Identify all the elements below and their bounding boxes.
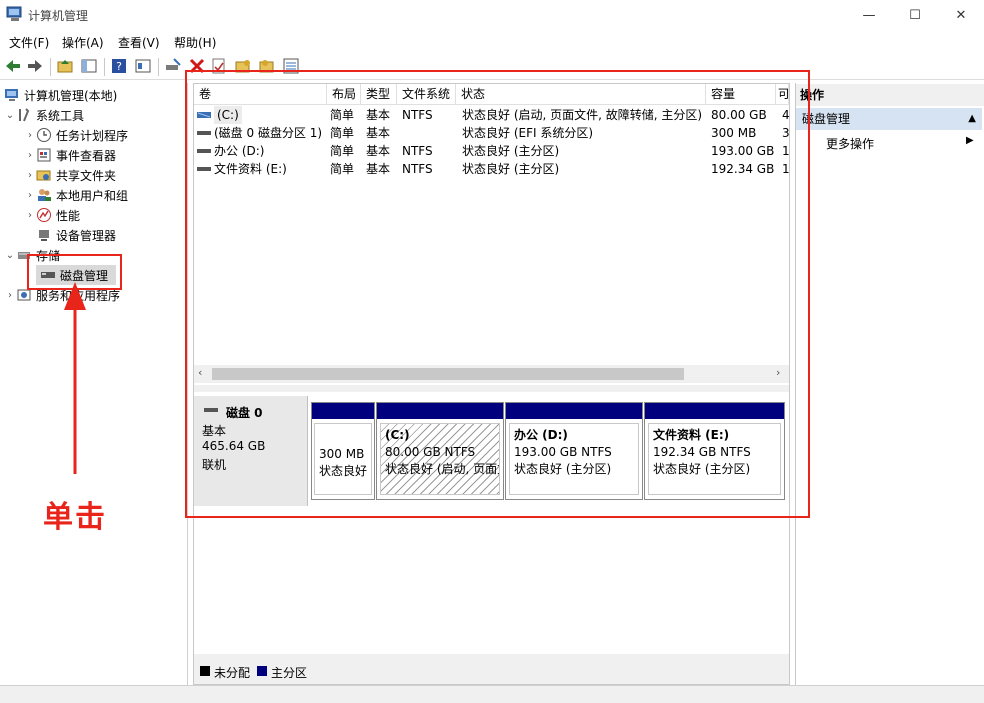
computer-management-icon	[6, 6, 22, 21]
svg-text:?: ?	[116, 60, 122, 73]
tree-item-task-scheduler[interactable]: › 任务计划程序	[24, 125, 128, 145]
tree-root-label: 计算机管理(本地)	[24, 88, 118, 103]
actions-header: 操作	[796, 84, 984, 106]
chevron-right-icon[interactable]: ›	[24, 210, 36, 221]
tree-item-system-tools[interactable]: ⌄ 系统工具	[4, 105, 84, 125]
menu-help[interactable]: 帮助(H)	[174, 34, 216, 51]
menu-bar: 文件(F) 操作(A) 查看(V) 帮助(H)	[0, 31, 984, 53]
window-title: 计算机管理	[28, 9, 89, 23]
properties-icon[interactable]	[134, 57, 152, 75]
chevron-right-icon[interactable]: ›	[24, 150, 36, 161]
legend-primary-swatch	[257, 666, 267, 676]
menu-file[interactable]: 文件(F)	[9, 34, 49, 51]
performance-icon	[37, 208, 51, 222]
submenu-arrow-icon[interactable]: ▶	[966, 135, 974, 146]
collapse-up-icon[interactable]: ▲	[968, 108, 976, 130]
tree-item-local-users[interactable]: › 本地用户和组	[24, 185, 128, 205]
more-actions[interactable]: 更多操作	[826, 135, 874, 152]
chevron-down-icon[interactable]: ⌄	[4, 110, 16, 121]
show-hide-tree-icon[interactable]	[80, 57, 98, 75]
actions-pane	[795, 83, 984, 685]
actions-section-disk-management[interactable]: 磁盘管理 ▲	[796, 108, 982, 130]
connect-drive-icon[interactable]	[164, 57, 182, 75]
menu-view[interactable]: 查看(V)	[118, 34, 160, 51]
tree-item-device-manager[interactable]: 设备管理器	[36, 225, 116, 245]
up-folder-icon[interactable]	[56, 57, 74, 75]
maximize-button[interactable]: ☐	[892, 0, 938, 30]
shared-folder-icon	[36, 170, 51, 181]
device-manager-icon	[39, 230, 49, 241]
annotation-click-text: 单击	[43, 500, 107, 535]
annotation-arrow-icon	[64, 282, 86, 474]
close-button[interactable]: ✕	[938, 0, 984, 30]
users-icon	[38, 189, 51, 201]
menu-action[interactable]: 操作(A)	[62, 34, 104, 51]
legend-unallocated: 未分配	[214, 666, 251, 680]
event-log-icon	[37, 148, 51, 162]
tree-item-performance[interactable]: › 性能	[24, 205, 80, 225]
tree-item-event-viewer[interactable]: › 事件查看器	[24, 145, 116, 165]
tree-root[interactable]: 计算机管理(本地)	[4, 85, 117, 105]
title-bar: 计算机管理 — ☐ ✕	[0, 0, 984, 30]
legend: 未分配 主分区	[194, 660, 789, 684]
legend-unallocated-swatch	[200, 666, 210, 676]
computer-icon	[5, 89, 18, 101]
minimize-button[interactable]: —	[846, 0, 892, 30]
tools-icon	[19, 108, 30, 122]
chevron-right-icon[interactable]: ›	[4, 290, 16, 301]
chevron-right-icon[interactable]: ›	[24, 130, 36, 141]
highlight-box-main	[185, 70, 810, 518]
forward-arrow-icon[interactable]	[26, 57, 44, 75]
status-bar	[0, 685, 984, 703]
chevron-down-icon[interactable]: ⌄	[4, 250, 16, 261]
tree-item-shared-folders[interactable]: › 共享文件夹	[24, 165, 116, 185]
chevron-right-icon[interactable]: ›	[24, 190, 36, 201]
legend-primary: 主分区	[271, 666, 308, 680]
clock-icon	[37, 128, 51, 142]
help-icon[interactable]: ?	[110, 57, 128, 75]
chevron-right-icon[interactable]: ›	[24, 170, 36, 181]
back-arrow-icon[interactable]	[4, 57, 22, 75]
